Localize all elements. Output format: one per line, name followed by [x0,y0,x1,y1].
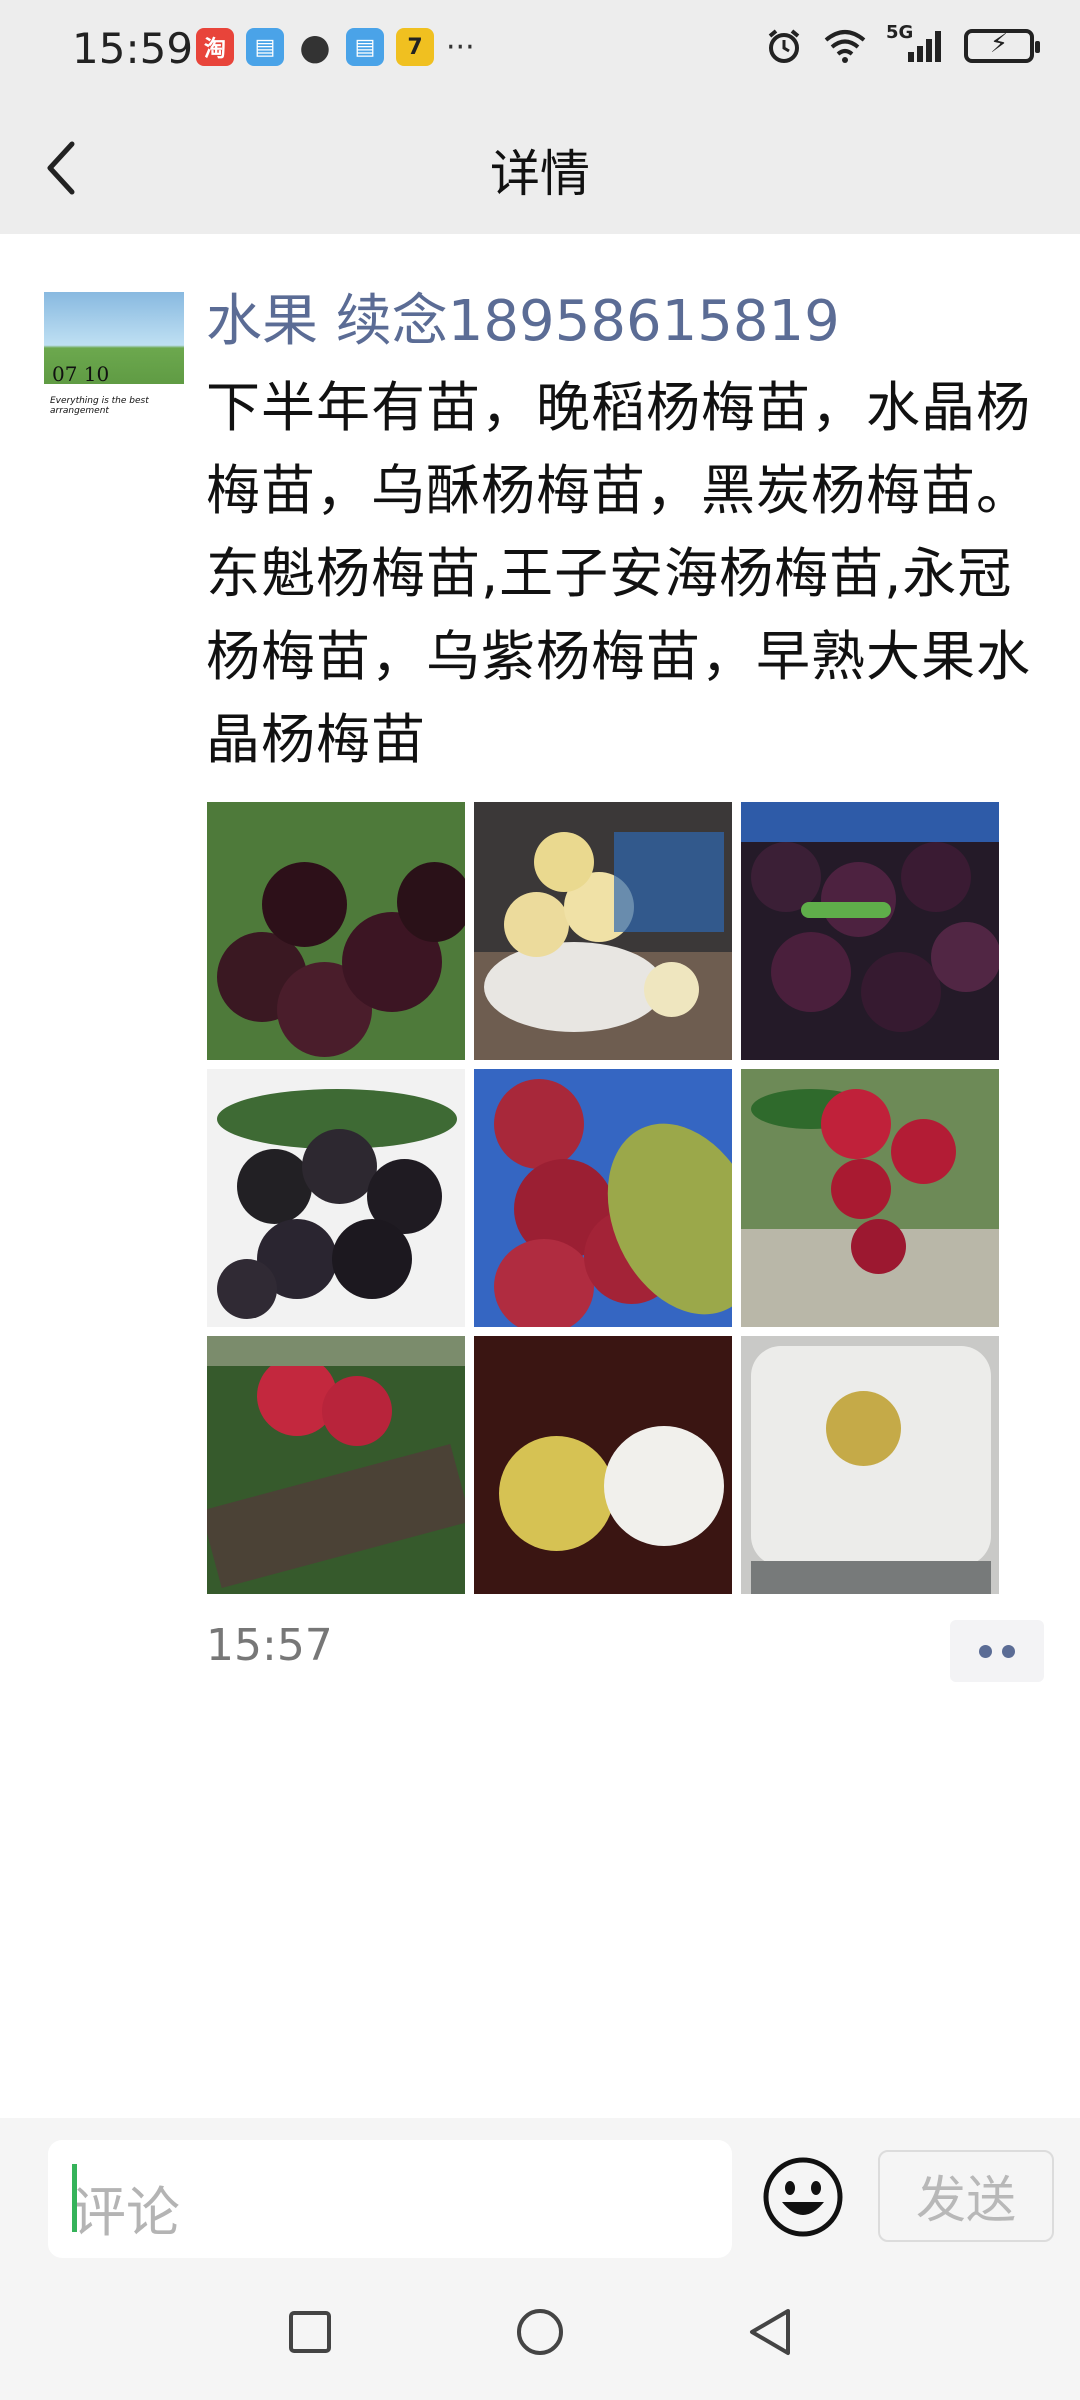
black-bayberries-cluster-photo[interactable] [207,1069,465,1327]
emoji-button[interactable] [762,2156,844,2238]
photo-grid [207,802,999,1594]
recent-apps-button[interactable] [274,2296,346,2368]
home-button[interactable] [504,2296,576,2368]
cat-app-icon: 7 [396,28,434,66]
post-time: 15:57 [206,1620,333,1671]
red-bayberries-branch-photo[interactable] [207,1336,465,1594]
white-bayberries-bowl-photo[interactable] [474,802,732,1060]
more-actions-button[interactable] [950,1620,1044,1682]
triangle-back-icon [750,2309,790,2355]
status-app-icons: 淘 ▤ ● ▤ 7 ··· [196,26,475,68]
battery-icon: ⚡ [964,29,1040,63]
avatar[interactable]: 07 10 Everything is the best arrangement [44,292,184,432]
dark-bayberries-pile-photo[interactable] [741,802,999,1060]
bayberry-on-scale-photo[interactable] [741,1336,999,1594]
square-icon [289,2311,331,2353]
dark-bayberries-on-branch-photo[interactable] [207,802,465,1060]
signal-icon: 5G [886,22,946,66]
bayberry-and-ball-photo[interactable] [474,1336,732,1594]
avatar-caption: Everything is the best arrangement [50,396,149,416]
red-bayberries-basket-photo[interactable] [474,1069,732,1327]
post-text: 下半年有苗，晚稻杨梅苗，水晶杨梅苗，乌酥杨梅苗，黑炭杨梅苗。东魁杨梅苗,王子安海… [206,376,1031,771]
comment-input[interactable]: 评论 [48,2140,732,2258]
send-button[interactable]: 发送 [878,2150,1054,2242]
text-cursor [72,2164,77,2232]
wifi-icon [824,30,866,63]
red-bayberries-tree-photo[interactable] [741,1069,999,1327]
poster-name[interactable]: 水果 续念18958615819 [206,276,840,357]
alarm-icon [768,29,800,63]
comment-placeholder: 评论 [72,2181,180,2244]
back-nav-button[interactable] [734,2296,806,2368]
circle-icon [517,2309,563,2355]
book-icon: ▤ [246,28,284,66]
status-time: 15:59 [72,24,194,73]
comment-bar: 评论 发送 [0,2118,1080,2266]
status-bar: 15:59 淘 ▤ ● ▤ 7 ··· 5G ⚡ [0,0,1080,100]
book-icon: ▤ [346,28,384,66]
system-nav-bar [0,2266,1080,2400]
more-dot-icon [979,1644,992,1658]
more-dot-icon [1002,1644,1015,1658]
smiley-icon [763,2157,843,2237]
title-bar: 详情 [0,100,1080,234]
chat-bubble-icon: ● [299,26,331,68]
page-title: 详情 [490,145,590,203]
avatar-date-text: 07 10 [52,362,110,386]
taobao-icon: 淘 [196,28,234,66]
more-notifications-icon: ··· [446,29,475,65]
status-indicators: 5G ⚡ [764,22,1040,66]
